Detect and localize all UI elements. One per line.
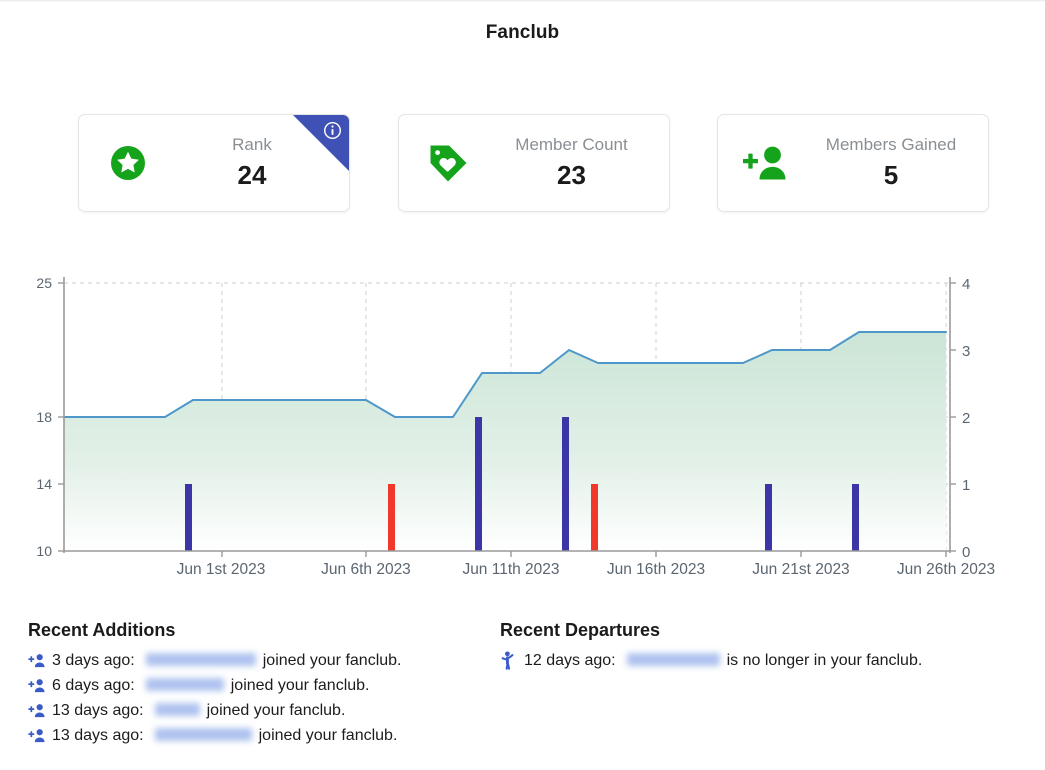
recent-departures-panel: Recent Departures 12 days ag [500,618,1040,673]
bar-lost[interactable] [388,484,395,551]
person-add-icon [718,141,816,185]
bar-gained[interactable] [852,484,859,551]
list-item-text: joined your fanclub. [259,727,398,745]
list-item-when: 13 days ago: [52,727,144,745]
fanclub-chart[interactable]: 25 18 14 10 0 1 2 3 4 [0,265,1045,585]
x-tick-label: Jun 11th 2023 [462,561,559,578]
bar-gained[interactable] [185,484,192,551]
x-tick-label: Jun 6th 2023 [321,561,411,578]
x-tick-label: Jun 26th 2023 [897,561,995,578]
x-axis-labels: Jun 1st 2023 Jun 6th 2023 Jun 11th 2023 … [177,561,996,578]
top-divider [0,0,1045,2]
stat-card-row: Rank 24 Member [78,114,989,212]
right-tick-label: 1 [962,477,970,494]
list-item: 3 days ago: joined your fanclub. [28,648,498,673]
redacted-username [627,653,720,666]
stat-card-rank[interactable]: Rank 24 [78,114,350,212]
list-item-text: joined your fanclub. [263,652,402,670]
stat-card-value: 5 [816,158,966,192]
star-circle-icon [79,141,177,185]
recent-additions-heading: Recent Additions [28,618,498,642]
person-leaving-icon [500,651,524,670]
right-tick-label: 3 [962,343,970,360]
bar-gained[interactable] [765,484,772,551]
left-tick-label: 18 [36,409,52,425]
list-item-when: 13 days ago: [52,702,144,720]
list-item-when: 3 days ago: [52,652,135,670]
bar-gained[interactable] [475,417,482,551]
right-tick-label: 2 [962,410,970,427]
x-tick-label: Jun 1st 2023 [177,561,266,578]
person-add-icon [28,678,52,694]
redacted-username [146,653,256,666]
chart-canvas[interactable]: 25 18 14 10 0 1 2 3 4 [0,265,1045,585]
list-item: 12 days ago: is no longer in your fanclu… [500,648,1040,673]
list-item-text: is no longer in your fanclub. [727,652,923,670]
person-add-icon [28,653,52,669]
list-item: 13 days ago: joined your fanclub. [28,698,498,723]
stat-card-label: Member Count [497,134,647,156]
bar-lost[interactable] [591,484,598,551]
stat-card-body: Member Count 23 [497,134,669,192]
tag-heart-icon [399,140,497,186]
x-tick-label: Jun 16th 2023 [607,561,705,578]
list-item-when: 12 days ago: [524,652,616,670]
right-tick-label: 4 [962,276,970,293]
activity-lists: Recent Additions 3 days ago: joined your [0,618,1045,770]
left-axis-ticks [58,283,64,551]
redacted-username [155,703,200,716]
stat-card-body: Members Gained 5 [816,134,988,192]
page-title: Fanclub [0,22,1045,44]
x-tick-label: Jun 21st 2023 [752,561,849,578]
info-icon[interactable] [323,121,342,140]
person-add-icon [28,728,52,744]
x-axis-ticks [222,551,946,557]
right-tick-label: 0 [962,544,970,561]
list-item-when: 6 days ago: [52,677,135,695]
left-tick-label: 10 [36,543,52,559]
list-item-text: joined your fanclub. [231,677,370,695]
redacted-username [146,678,224,691]
fanclub-page: Fanclub Rank 24 [0,0,1045,770]
recent-additions-panel: Recent Additions 3 days ago: joined your [28,618,498,748]
stat-card-label: Members Gained [816,134,966,156]
right-axis-ticks [950,283,956,551]
recent-departures-heading: Recent Departures [500,618,1040,642]
left-tick-label: 14 [36,476,52,492]
stat-card-member-count[interactable]: Member Count 23 [398,114,670,212]
info-ribbon[interactable] [293,115,349,171]
left-tick-label: 25 [36,275,52,291]
right-axis-labels: 0 1 2 3 4 [962,276,970,561]
stat-card-members-gained[interactable]: Members Gained 5 [717,114,989,212]
list-item-text: joined your fanclub. [207,702,346,720]
list-item: 6 days ago: joined your fanclub. [28,673,498,698]
redacted-username [155,728,252,741]
list-item: 13 days ago: joined your fanclub. [28,723,498,748]
stat-card-value: 23 [497,158,647,192]
bar-gained[interactable] [562,417,569,551]
person-add-icon [28,703,52,719]
left-axis-labels: 25 18 14 10 [36,275,52,559]
